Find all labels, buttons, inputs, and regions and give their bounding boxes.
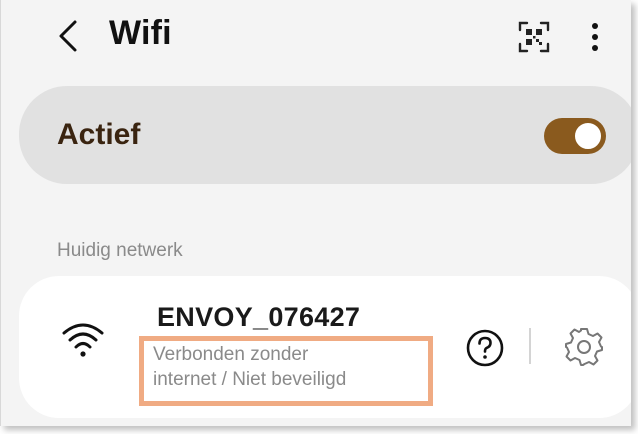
vertical-divider <box>529 328 531 364</box>
top-app-bar: Wifi <box>1 0 631 76</box>
more-vertical-icon[interactable] <box>585 20 605 54</box>
section-header-current-network: Huidig netwerk <box>57 240 183 261</box>
network-ssid: ENVOY_076427 <box>157 302 361 332</box>
chevron-left-icon[interactable] <box>53 18 83 54</box>
wifi-master-toggle-row[interactable]: Actief <box>19 86 631 184</box>
wifi-toggle-switch[interactable] <box>544 118 606 154</box>
toggle-knob <box>573 121 603 151</box>
wifi-signal-icon <box>62 323 104 357</box>
help-circle-icon[interactable] <box>465 328 505 368</box>
page-title: Wifi <box>109 14 172 52</box>
status-highlight-box <box>139 336 433 406</box>
qr-scan-icon[interactable] <box>517 20 551 54</box>
wifi-settings-screen: Wifi Actief Huidig netwerk ENVOY_076427 … <box>0 0 631 426</box>
current-network-item[interactable]: ENVOY_076427 Verbonden zonder internet /… <box>19 276 631 418</box>
wifi-toggle-label: Actief <box>57 118 141 151</box>
gear-icon[interactable] <box>563 326 605 368</box>
